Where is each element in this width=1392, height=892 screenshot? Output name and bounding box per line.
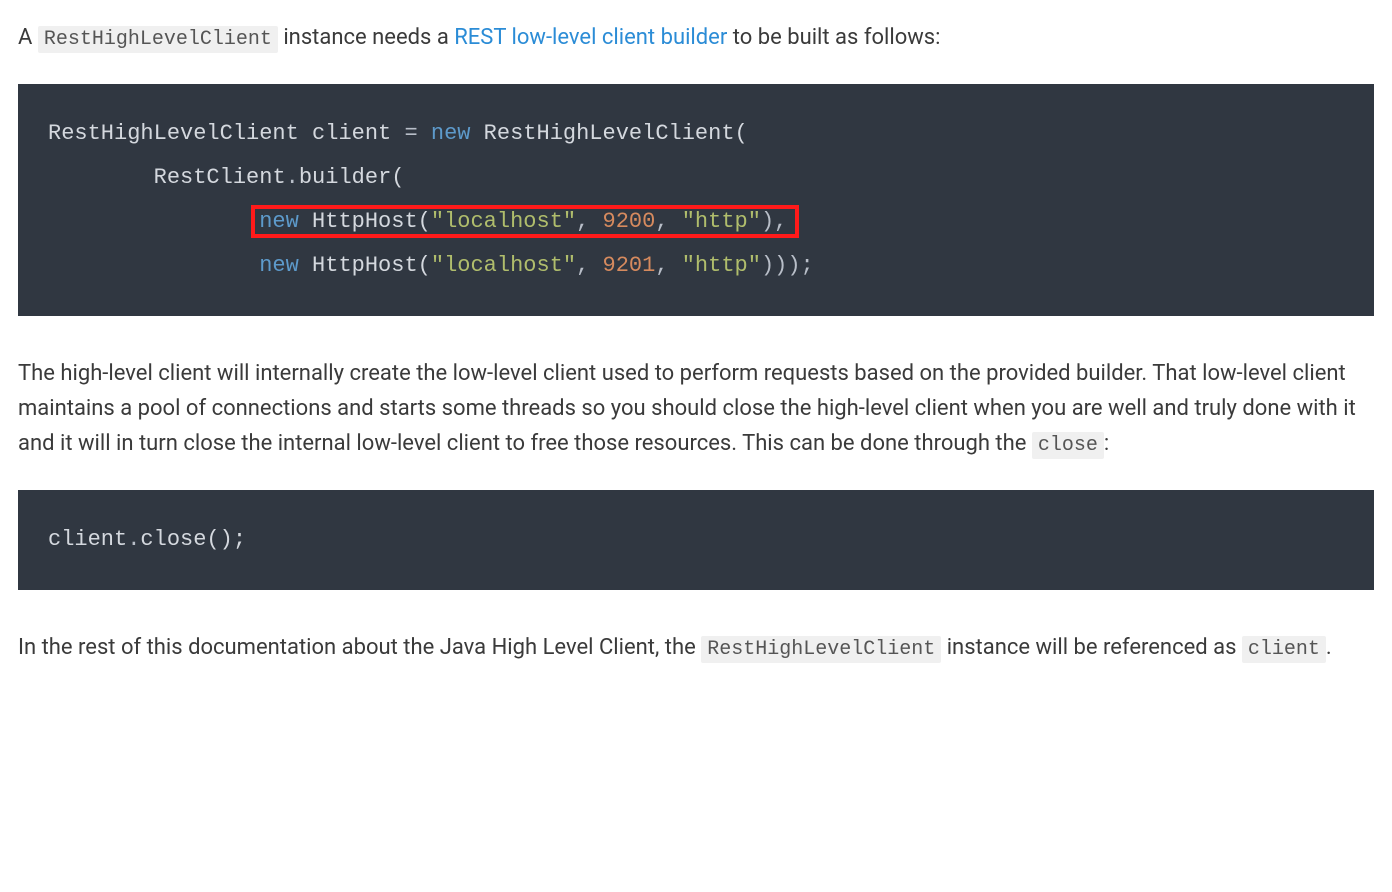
code-token: , [655,253,668,278]
text: instance will be referenced as [941,635,1242,660]
code-token: client [48,527,127,552]
text: The high-level client will internally cr… [18,361,1356,456]
intro-paragraph: A RestHighLevelClient instance needs a R… [18,20,1374,56]
code-token: HttpHost( [312,209,431,234]
code-token: ))); [761,253,814,278]
code-token [48,209,259,234]
text: A [18,25,38,50]
text: to be built as follows: [727,25,940,50]
code-token [418,121,431,146]
rest-low-level-link[interactable]: REST low-level client builder [454,25,727,50]
code-string: "http" [682,253,761,278]
highlight-annotation: new HttpHost("localhost", 9200, "http"), [251,205,799,238]
code-token: , [576,209,589,234]
inline-code: client [1242,636,1326,663]
code-token [299,209,312,234]
code-token: HttpHost( [312,253,431,278]
code-keyword: new [431,121,471,146]
code-keyword: new [259,253,299,278]
inline-code: RestHighLevelClient [38,26,278,53]
code-token: ), [761,209,787,234]
code-token [48,253,259,278]
text: In the rest of this documentation about … [18,635,701,660]
code-token: , [576,253,589,278]
code-token: builder( [299,165,405,190]
code-string: "http" [682,209,761,234]
code-token [589,209,602,234]
code-keyword: new [259,209,299,234]
inline-code: close [1032,432,1104,459]
code-token [589,253,602,278]
inline-code: RestHighLevelClient [701,636,941,663]
code-token [669,209,682,234]
code-token: RestClient [154,165,286,190]
code-number: 9201 [603,253,656,278]
code-token [299,253,312,278]
code-token [48,165,154,190]
code-token: . [127,527,140,552]
code-block-close: client.close(); [18,490,1374,590]
closing-paragraph: In the rest of this documentation about … [18,630,1374,666]
code-token: RestHighLevelClient( [470,121,747,146]
code-token: = [404,121,417,146]
text: : [1104,431,1109,456]
code-token: close(); [140,527,246,552]
code-number: 9200 [603,209,656,234]
code-token [669,253,682,278]
code-token: . [286,165,299,190]
explanation-paragraph: The high-level client will internally cr… [18,356,1374,462]
code-block-init: RestHighLevelClient client = new RestHig… [18,84,1374,316]
text: . [1326,635,1332,660]
text: instance needs a [278,25,454,50]
code-token: , [655,209,668,234]
code-token: RestHighLevelClient client [48,121,404,146]
code-string: "localhost" [431,253,576,278]
code-string: "localhost" [431,209,576,234]
